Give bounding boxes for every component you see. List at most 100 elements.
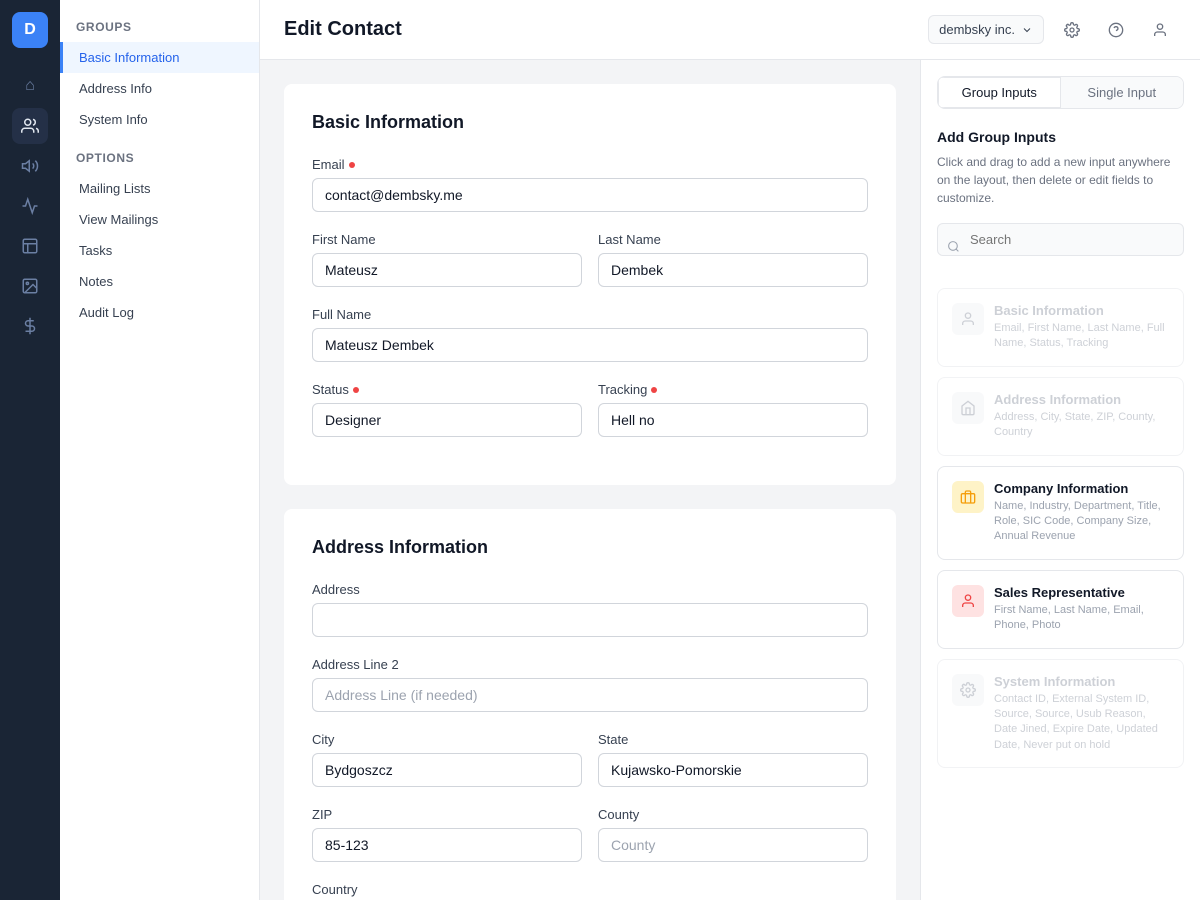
address-label: Address	[312, 582, 868, 597]
search-input[interactable]	[937, 223, 1184, 256]
group-card-address-information[interactable]: Address Information Address, City, State…	[937, 377, 1184, 456]
group-card-company-header: Company Information Name, Industry, Depa…	[952, 481, 1169, 545]
first-name-input[interactable]	[312, 253, 582, 287]
icon-nav: D ⌂	[0, 0, 60, 900]
nav-billing[interactable]	[12, 308, 48, 344]
group-card-basic-info-header: Basic Information Email, First Name, Las…	[952, 303, 1169, 352]
tab-single-input[interactable]: Single Input	[1061, 77, 1184, 108]
status-group: Status	[312, 382, 582, 437]
city-group: City	[312, 732, 582, 787]
main-area: Edit Contact dembsky inc.	[260, 0, 1200, 900]
address2-input[interactable]	[312, 678, 868, 712]
nav-contacts[interactable]	[12, 108, 48, 144]
last-name-group: Last Name	[598, 232, 868, 287]
sidebar-item-system-info[interactable]: System Info	[60, 104, 259, 135]
basic-information-title: Basic Information	[312, 112, 868, 133]
basic-info-group-name: Basic Information	[994, 303, 1169, 318]
zip-input[interactable]	[312, 828, 582, 862]
first-name-label: First Name	[312, 232, 582, 247]
status-tracking-row: Status Tracking	[312, 382, 868, 437]
status-input[interactable]	[312, 403, 582, 437]
zip-label: ZIP	[312, 807, 582, 822]
address-information-card: Address Information Address Address Line…	[284, 509, 896, 900]
company-info-group-name: Company Information	[994, 481, 1169, 496]
name-row: First Name Last Name	[312, 232, 868, 287]
city-state-row: City State	[312, 732, 868, 787]
group-card-system-header: System Information Contact ID, External …	[952, 674, 1169, 754]
status-required	[353, 387, 359, 393]
address2-row: Address Line 2	[312, 657, 868, 712]
nav-media[interactable]	[12, 268, 48, 304]
company-info-group-text: Company Information Name, Industry, Depa…	[994, 481, 1169, 545]
sales-rep-group-fields: First Name, Last Name, Email, Phone, Pho…	[994, 603, 1169, 634]
basic-info-group-text: Basic Information Email, First Name, Las…	[994, 303, 1169, 352]
help-button[interactable]	[1100, 14, 1132, 46]
address-input[interactable]	[312, 603, 868, 637]
state-label: State	[598, 732, 868, 747]
tracking-input[interactable]	[598, 403, 868, 437]
group-card-company-information[interactable]: Company Information Name, Industry, Depa…	[937, 466, 1184, 560]
sidebar-item-view-mailings[interactable]: View Mailings	[60, 204, 259, 235]
country-group: Country	[312, 882, 582, 900]
last-name-input[interactable]	[598, 253, 868, 287]
sidebar-item-mailing-lists[interactable]: Mailing Lists	[60, 173, 259, 204]
city-input[interactable]	[312, 753, 582, 787]
sidebar-item-address-info[interactable]: Address Info	[60, 73, 259, 104]
help-icon	[1108, 22, 1124, 38]
nav-home[interactable]: ⌂	[12, 68, 48, 104]
zip-group: ZIP	[312, 807, 582, 862]
nav-campaigns[interactable]	[12, 148, 48, 184]
sidebar-item-notes[interactable]: Notes	[60, 266, 259, 297]
email-row: Email	[312, 157, 868, 212]
email-input[interactable]	[312, 178, 868, 212]
email-group: Email	[312, 157, 868, 212]
group-card-sales-representative[interactable]: Sales Representative First Name, Last Na…	[937, 570, 1184, 649]
first-name-group: First Name	[312, 232, 582, 287]
right-panel: Group Inputs Single Input Add Group Inpu…	[920, 60, 1200, 900]
sidebar-item-audit-log[interactable]: Audit Log	[60, 297, 259, 328]
org-selector[interactable]: dembsky inc.	[928, 15, 1044, 44]
county-input[interactable]	[598, 828, 868, 862]
group-card-sales-header: Sales Representative First Name, Last Na…	[952, 585, 1169, 634]
address-group: Address	[312, 582, 868, 637]
nav-automations[interactable]	[12, 188, 48, 224]
settings-button[interactable]	[1056, 14, 1088, 46]
panel-add-title: Add Group Inputs	[937, 129, 1184, 145]
full-name-group: Full Name	[312, 307, 868, 362]
brand-logo: D	[12, 12, 48, 48]
city-label: City	[312, 732, 582, 747]
sales-rep-group-name: Sales Representative	[994, 585, 1169, 600]
sidebar-item-tasks[interactable]: Tasks	[60, 235, 259, 266]
sidebar-item-basic-information[interactable]: Basic Information	[60, 42, 259, 73]
search-wrapper	[937, 223, 1184, 272]
system-info-group-name: System Information	[994, 674, 1169, 689]
full-name-input[interactable]	[312, 328, 868, 362]
page-title: Edit Contact	[284, 18, 402, 41]
group-card-system-information[interactable]: System Information Contact ID, External …	[937, 659, 1184, 769]
org-selector-label: dembsky inc.	[939, 22, 1015, 37]
state-input[interactable]	[598, 753, 868, 787]
address-info-group-icon	[952, 392, 984, 424]
nav-reports[interactable]	[12, 228, 48, 264]
groups-section-label: Groups	[60, 20, 259, 42]
system-info-group-icon	[952, 674, 984, 706]
sidebar: Groups Basic Information Address Info Sy…	[60, 0, 260, 900]
system-info-group-fields: Contact ID, External System ID, Source, …	[994, 692, 1169, 754]
address-info-group-text: Address Information Address, City, State…	[994, 392, 1169, 441]
tracking-required	[651, 387, 657, 393]
county-label: County	[598, 807, 868, 822]
search-icon	[947, 240, 960, 256]
user-button[interactable]	[1144, 14, 1176, 46]
options-section-label: Options	[60, 151, 259, 173]
tracking-label: Tracking	[598, 382, 868, 397]
header-right: dembsky inc.	[928, 14, 1176, 46]
tab-group-inputs[interactable]: Group Inputs	[938, 77, 1061, 108]
county-group: County	[598, 807, 868, 862]
last-name-label: Last Name	[598, 232, 868, 247]
chevron-down-icon	[1021, 24, 1033, 36]
address2-group: Address Line 2	[312, 657, 868, 712]
country-row: Country	[312, 882, 868, 900]
company-info-group-icon	[952, 481, 984, 513]
group-card-basic-information[interactable]: Basic Information Email, First Name, Las…	[937, 288, 1184, 367]
group-card-address-header: Address Information Address, City, State…	[952, 392, 1169, 441]
